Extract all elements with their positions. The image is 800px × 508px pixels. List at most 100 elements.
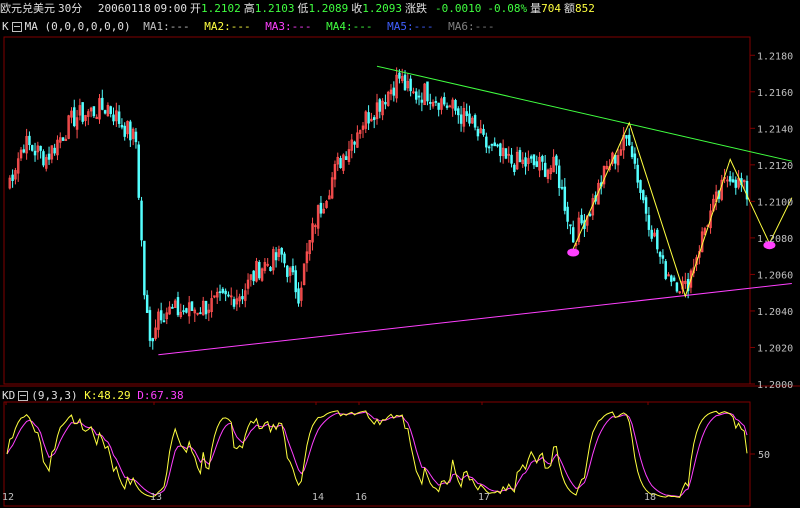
- candle-body: [734, 179, 738, 188]
- candle-body: [53, 147, 56, 154]
- candle-body: [367, 112, 370, 124]
- pink-trendline: [158, 283, 792, 356]
- price-axis-label: 1.2080: [757, 234, 793, 245]
- point-marker: [567, 248, 580, 257]
- price-axis-label: 1.2100: [757, 197, 793, 208]
- candle-body: [162, 320, 166, 323]
- candle-body: [535, 161, 539, 167]
- candle-body: [140, 200, 143, 241]
- candle-body: [571, 227, 575, 243]
- k-line: [6, 410, 748, 498]
- candle-body: [182, 310, 185, 313]
- candle-body: [81, 102, 84, 122]
- candle-body: [117, 111, 121, 124]
- candle-body: [283, 253, 286, 264]
- candle-body: [384, 101, 387, 105]
- candle-body: [151, 338, 154, 342]
- price-panel-border: [3, 36, 751, 385]
- candle-body: [280, 247, 283, 255]
- candle-body: [661, 255, 665, 259]
- candle-body: [159, 310, 163, 321]
- candle-body: [143, 240, 146, 296]
- price-axis-label: 1.2180: [757, 51, 793, 62]
- candle-body: [496, 144, 499, 147]
- candle-body: [409, 78, 412, 92]
- candle-body: [420, 99, 424, 103]
- candle-body: [429, 102, 432, 104]
- candle-body: [258, 261, 261, 279]
- candle-body: [286, 265, 289, 277]
- candle-body: [490, 143, 494, 146]
- candle-body: [30, 145, 34, 151]
- candle-body: [185, 308, 188, 313]
- candle-body: [101, 97, 104, 110]
- candle-body: [675, 282, 679, 292]
- candle-body: [529, 156, 533, 159]
- candle-body: [672, 277, 676, 281]
- candle-body: [569, 224, 572, 227]
- drawing-objects: [158, 65, 793, 356]
- candle-body: [518, 150, 522, 163]
- candle-body: [129, 121, 132, 141]
- candle-body: [28, 135, 31, 146]
- candlestick-series: [8, 67, 749, 350]
- candle-body: [112, 114, 115, 122]
- candle-body: [728, 176, 732, 182]
- candle-body: [232, 299, 236, 307]
- candle-body: [560, 186, 564, 189]
- candle-body: [524, 157, 527, 167]
- chart-canvas[interactable]: 1.2180 1.2160 1.2140 1.2120 1.2100 1.2080 1.20…: [0, 0, 800, 508]
- candle-body: [33, 150, 37, 156]
- candle-body: [291, 266, 295, 273]
- candle-body: [73, 107, 76, 127]
- time-axis-label: 12: [2, 492, 14, 503]
- candle-body: [353, 141, 356, 145]
- candle-body: [415, 91, 418, 100]
- candle-body: [176, 297, 180, 316]
- candle-body: [145, 294, 149, 313]
- price-axis-label: 1.2160: [757, 88, 793, 99]
- candle-body: [269, 267, 272, 272]
- candle-body: [403, 74, 407, 91]
- kd-lines: [6, 410, 748, 498]
- candle-body: [457, 108, 460, 116]
- candle-body: [473, 115, 477, 128]
- candle-body: [468, 113, 471, 124]
- candle-body: [294, 270, 297, 293]
- candle-body: [658, 252, 662, 257]
- candle-body: [493, 142, 496, 147]
- candle-body: [398, 72, 401, 79]
- candle-body: [541, 155, 544, 162]
- candle-body: [42, 151, 45, 166]
- candle-body: [628, 134, 631, 146]
- candle-body: [656, 229, 659, 250]
- time-axis-label: 17: [478, 492, 490, 503]
- candle-body: [670, 275, 673, 282]
- price-axis-label: 1.2140: [757, 124, 793, 135]
- candle-body: [580, 214, 583, 224]
- candle-body: [199, 312, 202, 315]
- candle-body: [664, 261, 667, 279]
- candle-body: [319, 202, 323, 214]
- candle-body: [274, 252, 278, 261]
- candle-body: [459, 114, 463, 124]
- green-trendline: [376, 65, 792, 162]
- price-axis-label: 1.2120: [757, 161, 793, 172]
- candle-body: [137, 144, 140, 198]
- candle-body: [92, 106, 96, 117]
- candle-body: [47, 153, 51, 160]
- candle-body: [39, 145, 42, 151]
- candle-body: [588, 213, 592, 217]
- time-axis-label: 18: [644, 492, 656, 503]
- candle-body: [644, 197, 648, 214]
- d-line: [6, 411, 748, 498]
- candle-body: [392, 87, 396, 96]
- kd-axis-label: 50: [758, 450, 770, 461]
- candle-body: [487, 146, 491, 149]
- candle-body: [22, 149, 26, 153]
- time-axis-label: 13: [150, 492, 162, 503]
- candle-body: [344, 156, 348, 160]
- candle-body: [555, 155, 558, 166]
- candle-body: [476, 128, 480, 137]
- candle-body: [297, 288, 300, 304]
